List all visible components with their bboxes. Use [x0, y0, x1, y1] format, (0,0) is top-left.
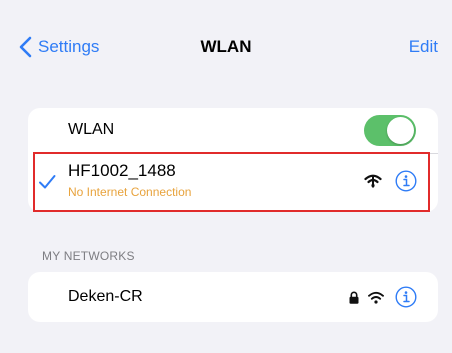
network-row[interactable]: Deken-CR	[28, 272, 438, 322]
wlan-toggle-label: WLAN	[68, 121, 115, 138]
info-icon[interactable]	[395, 286, 417, 308]
lock-icon	[349, 291, 359, 304]
network-name: Deken-CR	[68, 288, 143, 305]
page-title: WLAN	[200, 37, 252, 56]
toggle-knob	[387, 117, 414, 144]
my-networks-group: Deken-CR	[28, 272, 438, 322]
wifi-icon	[368, 291, 384, 304]
wlan-toggle-row: WLAN	[28, 108, 438, 153]
wlan-toggle-switch[interactable]	[364, 115, 416, 146]
my-networks-header: MY NETWORKS	[42, 249, 135, 263]
highlight-box	[33, 152, 430, 212]
navigation-bar: Settings WLAN Edit	[0, 0, 452, 90]
edit-button[interactable]: Edit	[409, 37, 438, 57]
